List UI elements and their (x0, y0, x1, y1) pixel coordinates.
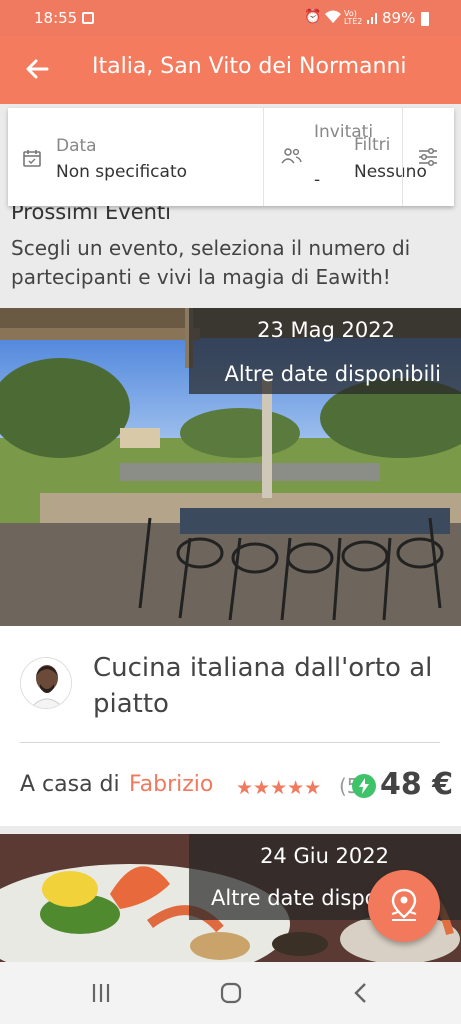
signal-icon (367, 13, 377, 24)
filters-button[interactable] (402, 108, 454, 206)
instant-booking-icon (352, 774, 376, 798)
calendar-icon (23, 150, 41, 167)
card-divider (20, 742, 440, 743)
event-title[interactable]: Cucina italiana dall'orto al piatto (93, 650, 443, 722)
event-date-badge: 23 Mag 2022 Altre date disponibili (189, 308, 461, 394)
volte-indicator: Vo) LTE2 (344, 9, 363, 26)
date-filter-value: Non specificato (56, 162, 188, 182)
map-pin-icon (391, 888, 417, 921)
event-price: 48 € (380, 767, 454, 802)
intro-section: Prossimi Eventi Scegli un evento, selezi… (11, 200, 451, 292)
status-bar: 18:55 ⏰ Vo) LTE2 89% (0, 0, 461, 36)
date-filter[interactable]: Data Non specificato (8, 108, 264, 206)
battery-icon (421, 12, 429, 26)
section-description: Scegli un evento, seleziona il numero di… (11, 236, 411, 289)
guests-filter[interactable]: Invitati - (264, 108, 402, 206)
guests-filter-value: - (314, 170, 321, 190)
recent-apps-icon[interactable] (88, 980, 114, 1006)
home-icon[interactable] (218, 980, 244, 1006)
more-dates-label: Altre date disponibili (224, 362, 442, 386)
app-bar: Italia, San Vito dei Normanni (0, 36, 461, 104)
host-prefix: A casa di (20, 772, 120, 797)
sliders-icon (419, 147, 437, 167)
back-arrow-icon[interactable] (22, 54, 52, 84)
event-photo-garden[interactable]: 23 Mag 2022 Altre date disponibili (0, 308, 461, 626)
filter-bar: Data Non specificato Invitati - Filtri N… (8, 108, 454, 206)
alarm-icon: ⏰ (304, 9, 322, 25)
status-time: 18:55 (34, 9, 78, 27)
page-title: Italia, San Vito dei Normanni (92, 54, 407, 79)
filters-label: Filtri (354, 135, 391, 155)
wifi-icon (325, 10, 341, 23)
host-avatar (20, 657, 72, 709)
app-notification-icon (82, 12, 94, 24)
people-icon (281, 148, 302, 164)
date-filter-label: Data (56, 136, 97, 156)
system-navigation-bar (0, 962, 461, 1024)
host-name-link[interactable]: Fabrizio (129, 772, 213, 797)
event-date: 23 Mag 2022 (257, 318, 395, 342)
rating-stars: ★★★★★ (236, 777, 322, 799)
event-date: 24 Giu 2022 (260, 844, 389, 868)
battery-level: 89% (382, 9, 416, 27)
map-fab-button[interactable] (368, 870, 440, 942)
back-icon[interactable] (348, 980, 374, 1006)
